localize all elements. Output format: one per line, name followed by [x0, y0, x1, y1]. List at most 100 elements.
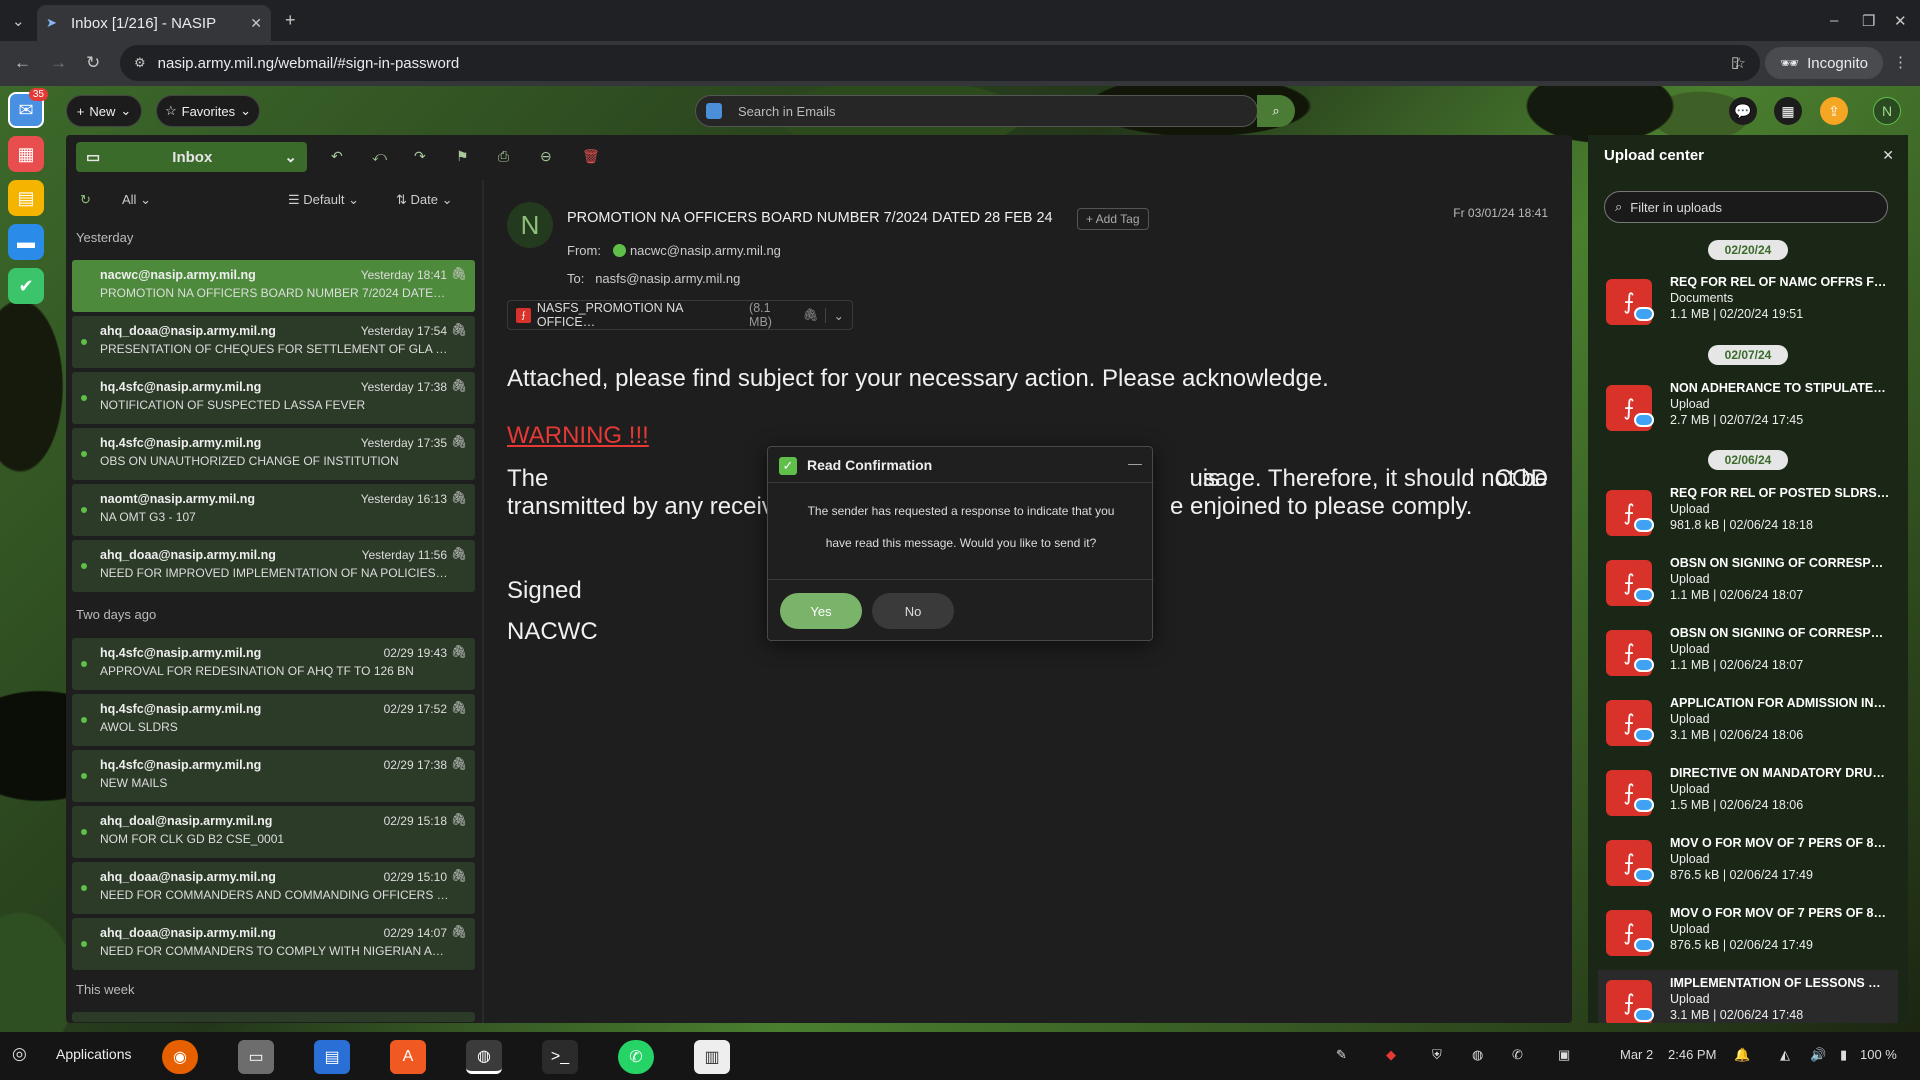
minimize-dialog-icon[interactable]: — [1128, 455, 1142, 471]
writer-icon[interactable]: ▤ [314, 1040, 350, 1074]
terminal-icon[interactable]: >_ [542, 1040, 578, 1074]
back-icon[interactable]: ← [14, 53, 31, 73]
upload-item[interactable]: ⨍ MOV O FOR MOV OF 7 PERS OF 8… Upload 876.… [1598, 900, 1898, 964]
whatsapp-icon[interactable]: ✆ [618, 1040, 654, 1074]
message-row[interactable]: ahq_doaa@nasip.army.mil.ng Yesterday 11:5… [72, 540, 475, 592]
pane-divider[interactable] [482, 180, 484, 1023]
close-icon[interactable]: ✕ [1882, 147, 1894, 164]
document-viewer-icon[interactable]: ▥ [694, 1040, 730, 1074]
upload-button[interactable]: ⇪ [1820, 97, 1848, 125]
rail-tasks-app[interactable]: ✔ [8, 268, 44, 304]
to-address[interactable]: nasfs@nasip.army.mil.ng [595, 271, 740, 286]
message-row[interactable]: hq.4sfc@nasip.army.mil.ng Yesterday 17:35… [72, 428, 475, 480]
close-tab-icon[interactable]: ✕ [250, 15, 262, 32]
upload-item[interactable]: ⨍ REQ FOR REL OF POSTED SLDRS … Upload 981.… [1598, 480, 1898, 544]
message-row[interactable]: hq.4sfc@nasip.army.mil.ng 02/29 17:38 🖇 NEW… [72, 750, 475, 802]
firefox-icon[interactable]: ◉ [162, 1040, 198, 1074]
clock-date[interactable]: Mar 2 [1620, 1047, 1653, 1062]
upload-filter-input[interactable]: ⌕ Filter in uploads [1604, 191, 1888, 223]
upload-item[interactable]: ⨍ MOV O FOR MOV OF 7 PERS OF 8… Upload 876.… [1598, 830, 1898, 894]
rail-contacts-app[interactable]: ▤ [8, 180, 44, 216]
upload-item[interactable]: ⨍ IMPLEMENTATION OF LESSONS … Upload 3.1 MB… [1598, 970, 1898, 1023]
message-row[interactable]: hq.4sfc@nasip.army.mil.ng Yesterday 17:38… [72, 372, 475, 424]
refresh-icon[interactable]: ↻ [80, 192, 91, 208]
message-row[interactable]: hq.4sfc@nasip.army.mil.ng 02/29 19:43 🖇 APP… [72, 638, 475, 690]
from-address[interactable]: nacwc@nasip.army.mil.ng [630, 243, 781, 258]
chrome-icon[interactable]: ◍ [466, 1040, 502, 1074]
rail-calendar-app[interactable]: ▦ [8, 136, 44, 172]
pen-icon[interactable]: ✎ [1336, 1047, 1347, 1063]
wifi-icon[interactable]: ◭ [1780, 1047, 1790, 1063]
minimize-icon[interactable]: – [1830, 12, 1838, 29]
chat-button[interactable]: 💬 [1729, 97, 1757, 125]
restore-icon[interactable]: ❐ [1862, 12, 1875, 30]
site-info-icon[interactable]: ⚙ [134, 55, 146, 71]
message-row[interactable] [72, 1012, 475, 1022]
upload-item[interactable]: ⨍ REQ FOR REL OF NAMC OFFRS F… Documents 1.… [1598, 269, 1898, 333]
clock-time[interactable]: 2:46 PM [1668, 1047, 1716, 1062]
no-button[interactable]: No [872, 593, 954, 629]
whatsapp-tray-icon[interactable]: ✆ [1512, 1047, 1523, 1063]
reply-all-icon[interactable]: ⤺ [372, 148, 387, 165]
launcher-icon[interactable]: ◎ [12, 1044, 27, 1064]
message-row[interactable]: ahq_doal@nasip.army.mil.ng 02/29 15:18 🖇 NO… [72, 806, 475, 858]
tab-list-icon[interactable]: ⌄ [12, 12, 25, 30]
browser-tab[interactable]: ➤ Inbox [1/216] - NASIP ✕ [37, 5, 271, 41]
upload-item[interactable]: ⨍ OBSN ON SIGNING OF CORRESP… Upload 1.1 MB… [1598, 550, 1898, 614]
print-icon[interactable]: ⎙ [498, 148, 509, 165]
volume-icon[interactable]: 🔊 [1810, 1047, 1826, 1063]
unread-dot-icon [81, 563, 87, 569]
spam-icon[interactable]: ⚑ [456, 148, 469, 165]
calendar-button[interactable]: ▦ [1774, 97, 1802, 125]
rail-mail-app[interactable]: ✉ 35 [8, 88, 48, 128]
message-row[interactable]: ahq_doaa@nasip.army.mil.ng 02/29 15:10 🖇 NE… [72, 862, 475, 914]
message-row[interactable]: hq.4sfc@nasip.army.mil.ng 02/29 17:52 🖇 AWO… [72, 694, 475, 746]
message-row[interactable]: naomt@nasip.army.mil.ng Yesterday 16:13 🖇 N… [72, 484, 475, 536]
shield-icon[interactable]: ⛨ [1432, 1047, 1442, 1063]
reply-icon[interactable]: ↶ [331, 148, 343, 165]
incognito-badge[interactable]: 🕶 Incognito [1765, 47, 1883, 79]
anydesk-icon[interactable]: ◆ [1386, 1047, 1396, 1063]
clipboard-icon[interactable]: ▣ [1558, 1047, 1570, 1063]
filter-dropdown[interactable]: All ⌄ [122, 192, 151, 208]
attachment-menu-icon[interactable]: ⌄ [824, 307, 844, 323]
delete-icon[interactable]: 🗑 [582, 148, 600, 165]
files-icon[interactable]: ▭ [238, 1040, 274, 1074]
forward-icon[interactable]: → [50, 53, 67, 73]
browser-menu-icon[interactable]: ⋮ [1893, 53, 1908, 71]
add-tag-button[interactable]: + Add Tag [1077, 208, 1149, 230]
new-tab-icon[interactable]: + [285, 10, 296, 31]
message-row[interactable]: ahq_doaa@nasip.army.mil.ng Yesterday 17:5… [72, 316, 475, 368]
favorites-button[interactable]: ☆ Favorites ⌄ [156, 95, 260, 127]
message-row[interactable]: ahq_doaa@nasip.army.mil.ng 02/29 14:07 🖇 NE… [72, 918, 475, 970]
side-panel-icon[interactable]: ▯ [1731, 53, 1739, 71]
chrome-tray-icon[interactable]: ◍ [1472, 1047, 1483, 1063]
search-scope-icon[interactable] [706, 103, 722, 119]
address-field[interactable]: ⚙ nasip.army.mil.ng/webmail/#sign-in-pas… [120, 45, 1760, 81]
user-avatar[interactable]: N [1873, 97, 1901, 125]
window-close-icon[interactable]: ✕ [1894, 12, 1907, 30]
battery-icon[interactable]: ▮ [1840, 1047, 1847, 1063]
attachment-chip[interactable]: ⨍ NASFS_PROMOTION NA OFFICE… (8.1 MB) 🖇 … [507, 300, 853, 330]
more-icon[interactable]: ⊖ [540, 148, 552, 165]
message-time: Yesterday 11:56 [361, 548, 447, 562]
search-input[interactable]: Search in Emails [695, 95, 1258, 127]
upload-item[interactable]: ⨍ APPLICATION FOR ADMISSION IN… Upload 3.1 … [1598, 690, 1898, 754]
folder-selector[interactable]: ▭ Inbox ⌄ [76, 142, 307, 172]
cloud-icon [1634, 518, 1654, 532]
new-button[interactable]: + New ⌄ [66, 95, 142, 127]
message-row[interactable]: nacwc@nasip.army.mil.ng Yesterday 18:41 🖇 P… [72, 260, 475, 312]
upload-item[interactable]: ⨍ OBSN ON SIGNING OF CORRESP… Upload 1.1 MB… [1598, 620, 1898, 684]
applications-menu[interactable]: Applications [56, 1046, 132, 1062]
forward-mail-icon[interactable]: ↷ [414, 148, 426, 165]
search-button[interactable]: ⌕ [1257, 95, 1295, 127]
yes-button[interactable]: Yes [780, 593, 862, 629]
rail-drive-app[interactable]: ▬ [8, 224, 44, 260]
sort-dropdown[interactable]: ⇅ Date ⌄ [396, 192, 453, 208]
reload-icon[interactable]: ↻ [86, 53, 100, 73]
upload-item[interactable]: ⨍ NON ADHERANCE TO STIPULATE… Upload 2.7 MB… [1598, 375, 1898, 439]
view-dropdown[interactable]: ☰ Default ⌄ [288, 192, 359, 208]
upload-item[interactable]: ⨍ DIRECTIVE ON MANDATORY DRU… Upload 1.5 MB… [1598, 760, 1898, 824]
app-store-icon[interactable]: A [390, 1040, 426, 1074]
notification-bell-icon[interactable]: 🔔 [1734, 1047, 1750, 1063]
